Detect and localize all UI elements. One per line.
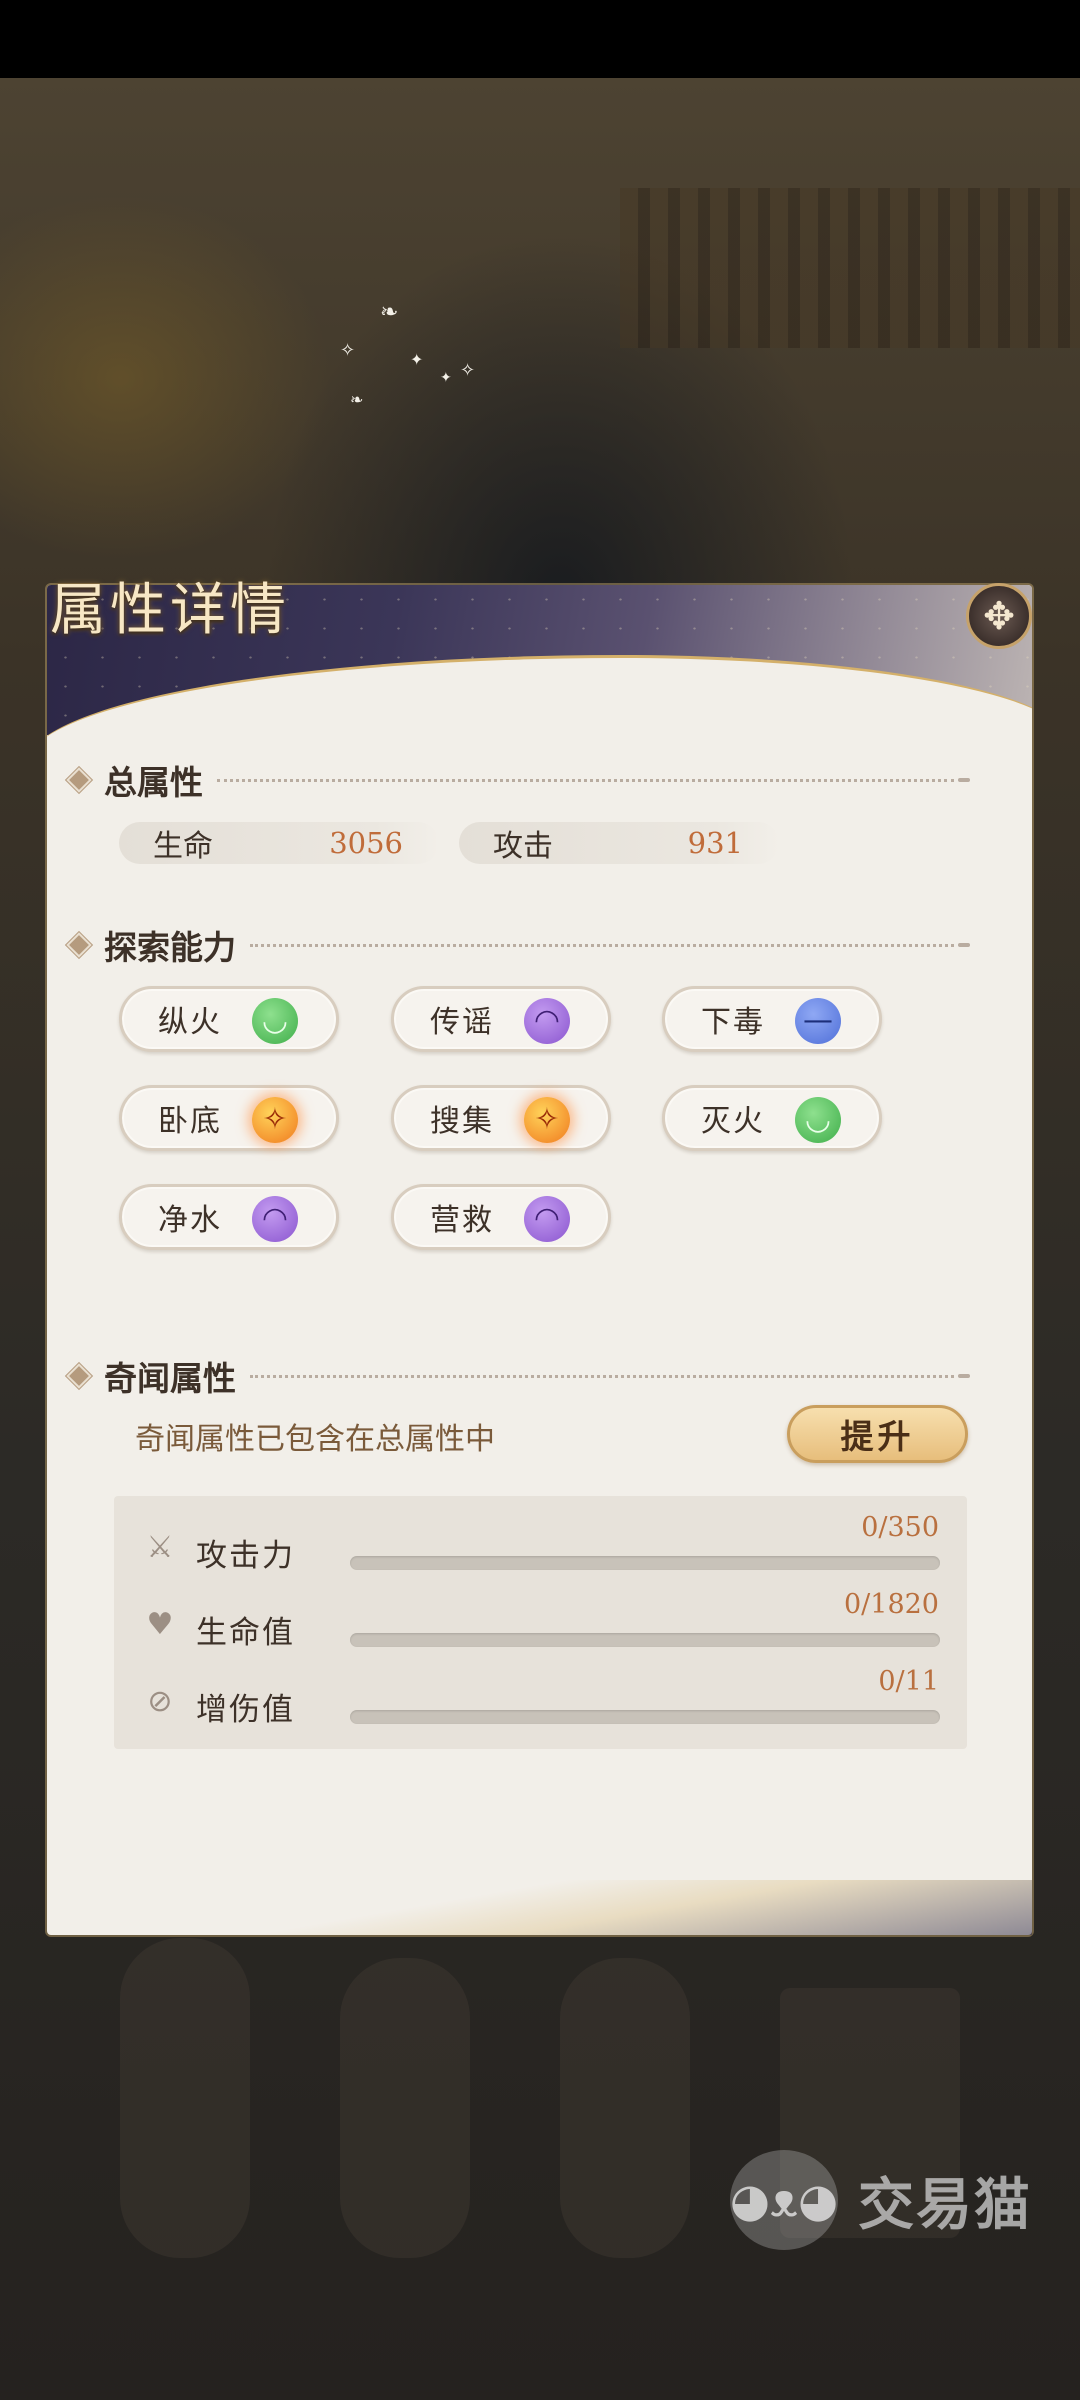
ability-name: 搜集 (430, 1104, 494, 1139)
happy-face-icon: ◡ (252, 998, 298, 1044)
stat-attack: 攻击 931 (459, 822, 779, 864)
ability-souji[interactable]: 搜集 ✧ (391, 1085, 611, 1151)
ability-name: 卧底 (158, 1104, 222, 1139)
sad-face-icon: ◠ (524, 1196, 570, 1242)
neutral-face-icon: — (795, 998, 841, 1044)
ability-jingshui[interactable]: 净水 ◠ (119, 1184, 339, 1250)
dotted-divider (250, 1374, 954, 1378)
diamond-bullet-icon (66, 1363, 92, 1389)
section-title: 奇闻属性 (104, 1359, 236, 1398)
progress-bar (350, 1633, 940, 1647)
ability-yingjiu[interactable]: 营救 ◠ (391, 1184, 611, 1250)
excited-face-icon: ✧ (252, 1097, 298, 1143)
stat-value: 931 (687, 826, 743, 860)
ability-name: 下毒 (701, 1005, 765, 1040)
stat-name: 攻击 (493, 829, 553, 864)
ability-zonghuo[interactable]: 纵火 ◡ (119, 986, 339, 1052)
ability-xiadu[interactable]: 下毒 — (662, 986, 882, 1052)
diamond-bullet-icon (66, 932, 92, 958)
heart-plus-icon: ♥ (146, 1607, 174, 1642)
dotted-divider (217, 778, 954, 782)
section-title: 总属性 (104, 763, 203, 802)
qiwen-bonus-panel: ⚔ 攻击力 0/350 ♥ 生命值 0/1820 ⊘ 增伤值 0/11 (114, 1496, 967, 1749)
background-shelf (620, 188, 1080, 348)
bonus-value: 0/350 (861, 1512, 939, 1543)
section-qiwen: 奇闻属性 (66, 1352, 970, 1400)
damage-boost-icon: ⊘ (147, 1684, 173, 1719)
ability-name: 净水 (158, 1203, 222, 1238)
stat-value: 3056 (329, 826, 403, 860)
bonus-row-attack: ⚔ 攻击力 0/350 (114, 1512, 967, 1580)
bonus-row-hp: ♥ 生命值 0/1820 (114, 1589, 967, 1657)
stat-name: 生命 (153, 829, 213, 864)
ability-miehuo[interactable]: 灭火 ◡ (662, 1085, 882, 1151)
bonus-value: 0/1820 (844, 1589, 939, 1620)
close-button[interactable]: ✥ (966, 583, 1032, 649)
ability-name: 传谣 (430, 1005, 494, 1040)
dotted-divider (250, 943, 954, 947)
ability-name: 纵火 (158, 1005, 222, 1040)
ability-wodi[interactable]: 卧底 ✧ (119, 1085, 339, 1151)
watermark: ◕ᴥ◕ 交易猫 (730, 2150, 1032, 2250)
happy-face-icon: ◡ (795, 1097, 841, 1143)
progress-bar (350, 1710, 940, 1724)
upgrade-button[interactable]: 提升 (787, 1405, 968, 1463)
cat-logo-icon: ◕ᴥ◕ (730, 2150, 838, 2250)
section-exploration: 探索能力 (66, 921, 970, 969)
diamond-bullet-icon (66, 767, 92, 793)
qiwen-note: 奇闻属性已包含在总属性中 (135, 1422, 495, 1457)
watermark-text: 交易猫 (858, 2172, 1032, 2238)
sword-icon: ⚔ (146, 1530, 174, 1565)
section-total-attributes: 总属性 (66, 756, 970, 804)
section-title: 探索能力 (104, 928, 236, 967)
close-ornament-icon: ✥ (983, 594, 1015, 638)
stat-hp: 生命 3056 (119, 822, 439, 864)
excited-face-icon: ✧ (524, 1097, 570, 1143)
ability-name: 营救 (430, 1203, 494, 1238)
bonus-label: 增伤值 (196, 1692, 295, 1728)
ability-name: 灭火 (701, 1104, 765, 1139)
bonus-label: 生命值 (196, 1615, 295, 1651)
dialog-title: 属性详情 (50, 578, 290, 643)
progress-bar (350, 1556, 940, 1570)
status-bar (0, 0, 1080, 78)
bonus-row-damage: ⊘ 增伤值 0/11 (114, 1666, 967, 1734)
bonus-label: 攻击力 (196, 1538, 295, 1574)
sad-face-icon: ◠ (524, 998, 570, 1044)
bonus-value: 0/11 (878, 1666, 939, 1697)
sad-face-icon: ◠ (252, 1196, 298, 1242)
ability-chuanyao[interactable]: 传谣 ◠ (391, 986, 611, 1052)
